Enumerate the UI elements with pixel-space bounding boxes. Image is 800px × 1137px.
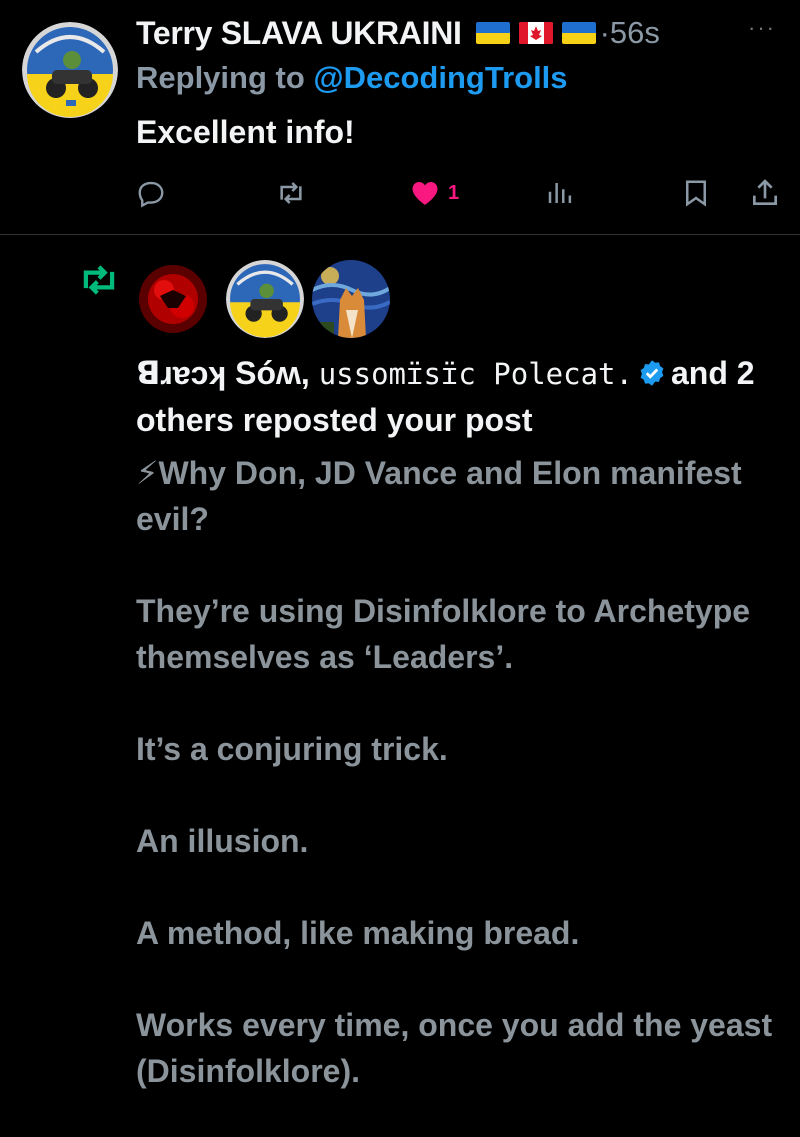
starry-night-dog-avatar-image [312, 260, 390, 338]
flag-emojis [475, 22, 596, 44]
slava-ukraini-badge-image [22, 22, 118, 118]
post-body[interactable]: ⚡Why Don, JD Vance and Elon manifest evi… [136, 450, 786, 1094]
post-line: An illusion. [136, 823, 309, 859]
repost-summary: ꓭɹɐɔʞ Sóʍ, ussomɪ̈sɪ̈c Polecat. and 2 ot… [136, 350, 786, 443]
verified-badge-icon [640, 360, 664, 386]
bookmark-button[interactable] [681, 172, 711, 214]
like-count: 1 [448, 181, 460, 204]
post-line: Works every time, once you add the yeast… [136, 1007, 773, 1089]
share-icon [753, 179, 777, 205]
comment-icon [138, 181, 164, 208]
tweet-text: Excellent info! [136, 114, 355, 150]
post-line: A method, like making bread. [136, 915, 580, 951]
post-line: They’re using Disinfolklore to Archetype… [136, 593, 751, 675]
repost-button[interactable] [275, 172, 307, 214]
repost-icon [83, 265, 115, 295]
heart-icon [412, 182, 438, 205]
like-button[interactable]: 1 [410, 172, 459, 214]
bookmark-icon [686, 180, 706, 207]
action-bar: 1 [0, 172, 800, 214]
replying-label: Replying to [136, 60, 314, 95]
reply-button[interactable] [136, 172, 166, 214]
reposter-name-polecat[interactable]: ussomɪ̈sɪ̈c Polecat. [319, 357, 633, 391]
reposter-names[interactable]: ꓭɹɐɔʞ Sóʍ, [136, 355, 310, 391]
repost-icon [280, 182, 302, 204]
post-line: It’s a conjuring trick. [136, 731, 448, 767]
author-name[interactable]: Terry SLAVA UKRAINI [136, 15, 462, 52]
divider [0, 234, 800, 235]
avatar[interactable] [22, 22, 118, 118]
canada-flag-icon [518, 22, 553, 44]
reply-tweet[interactable]: Terry SLAVA UKRAINI ·56s ··· Replying to… [0, 0, 800, 234]
tweet-header: Terry SLAVA UKRAINI ·56s [136, 10, 660, 56]
ukraine-flag-icon [561, 22, 596, 44]
more-options-icon[interactable]: ··· [748, 15, 776, 41]
replying-to: Replying to @DecodingTrolls [136, 60, 568, 96]
post-line: ⚡Why Don, JD Vance and Elon manifest evi… [136, 455, 742, 537]
avatar[interactable] [134, 260, 212, 338]
views-button[interactable] [545, 172, 575, 214]
timestamp[interactable]: ·56s [600, 15, 660, 51]
replying-handle-link[interactable]: @DecodingTrolls [313, 60, 567, 95]
avatar[interactable] [312, 260, 390, 338]
ukraine-flag-icon [475, 22, 510, 44]
bar-chart-icon [548, 183, 572, 203]
share-button[interactable] [749, 172, 781, 214]
red-abstract-avatar-image [134, 260, 212, 338]
avatar[interactable] [226, 260, 304, 338]
slava-ukraini-badge-image [226, 260, 304, 338]
